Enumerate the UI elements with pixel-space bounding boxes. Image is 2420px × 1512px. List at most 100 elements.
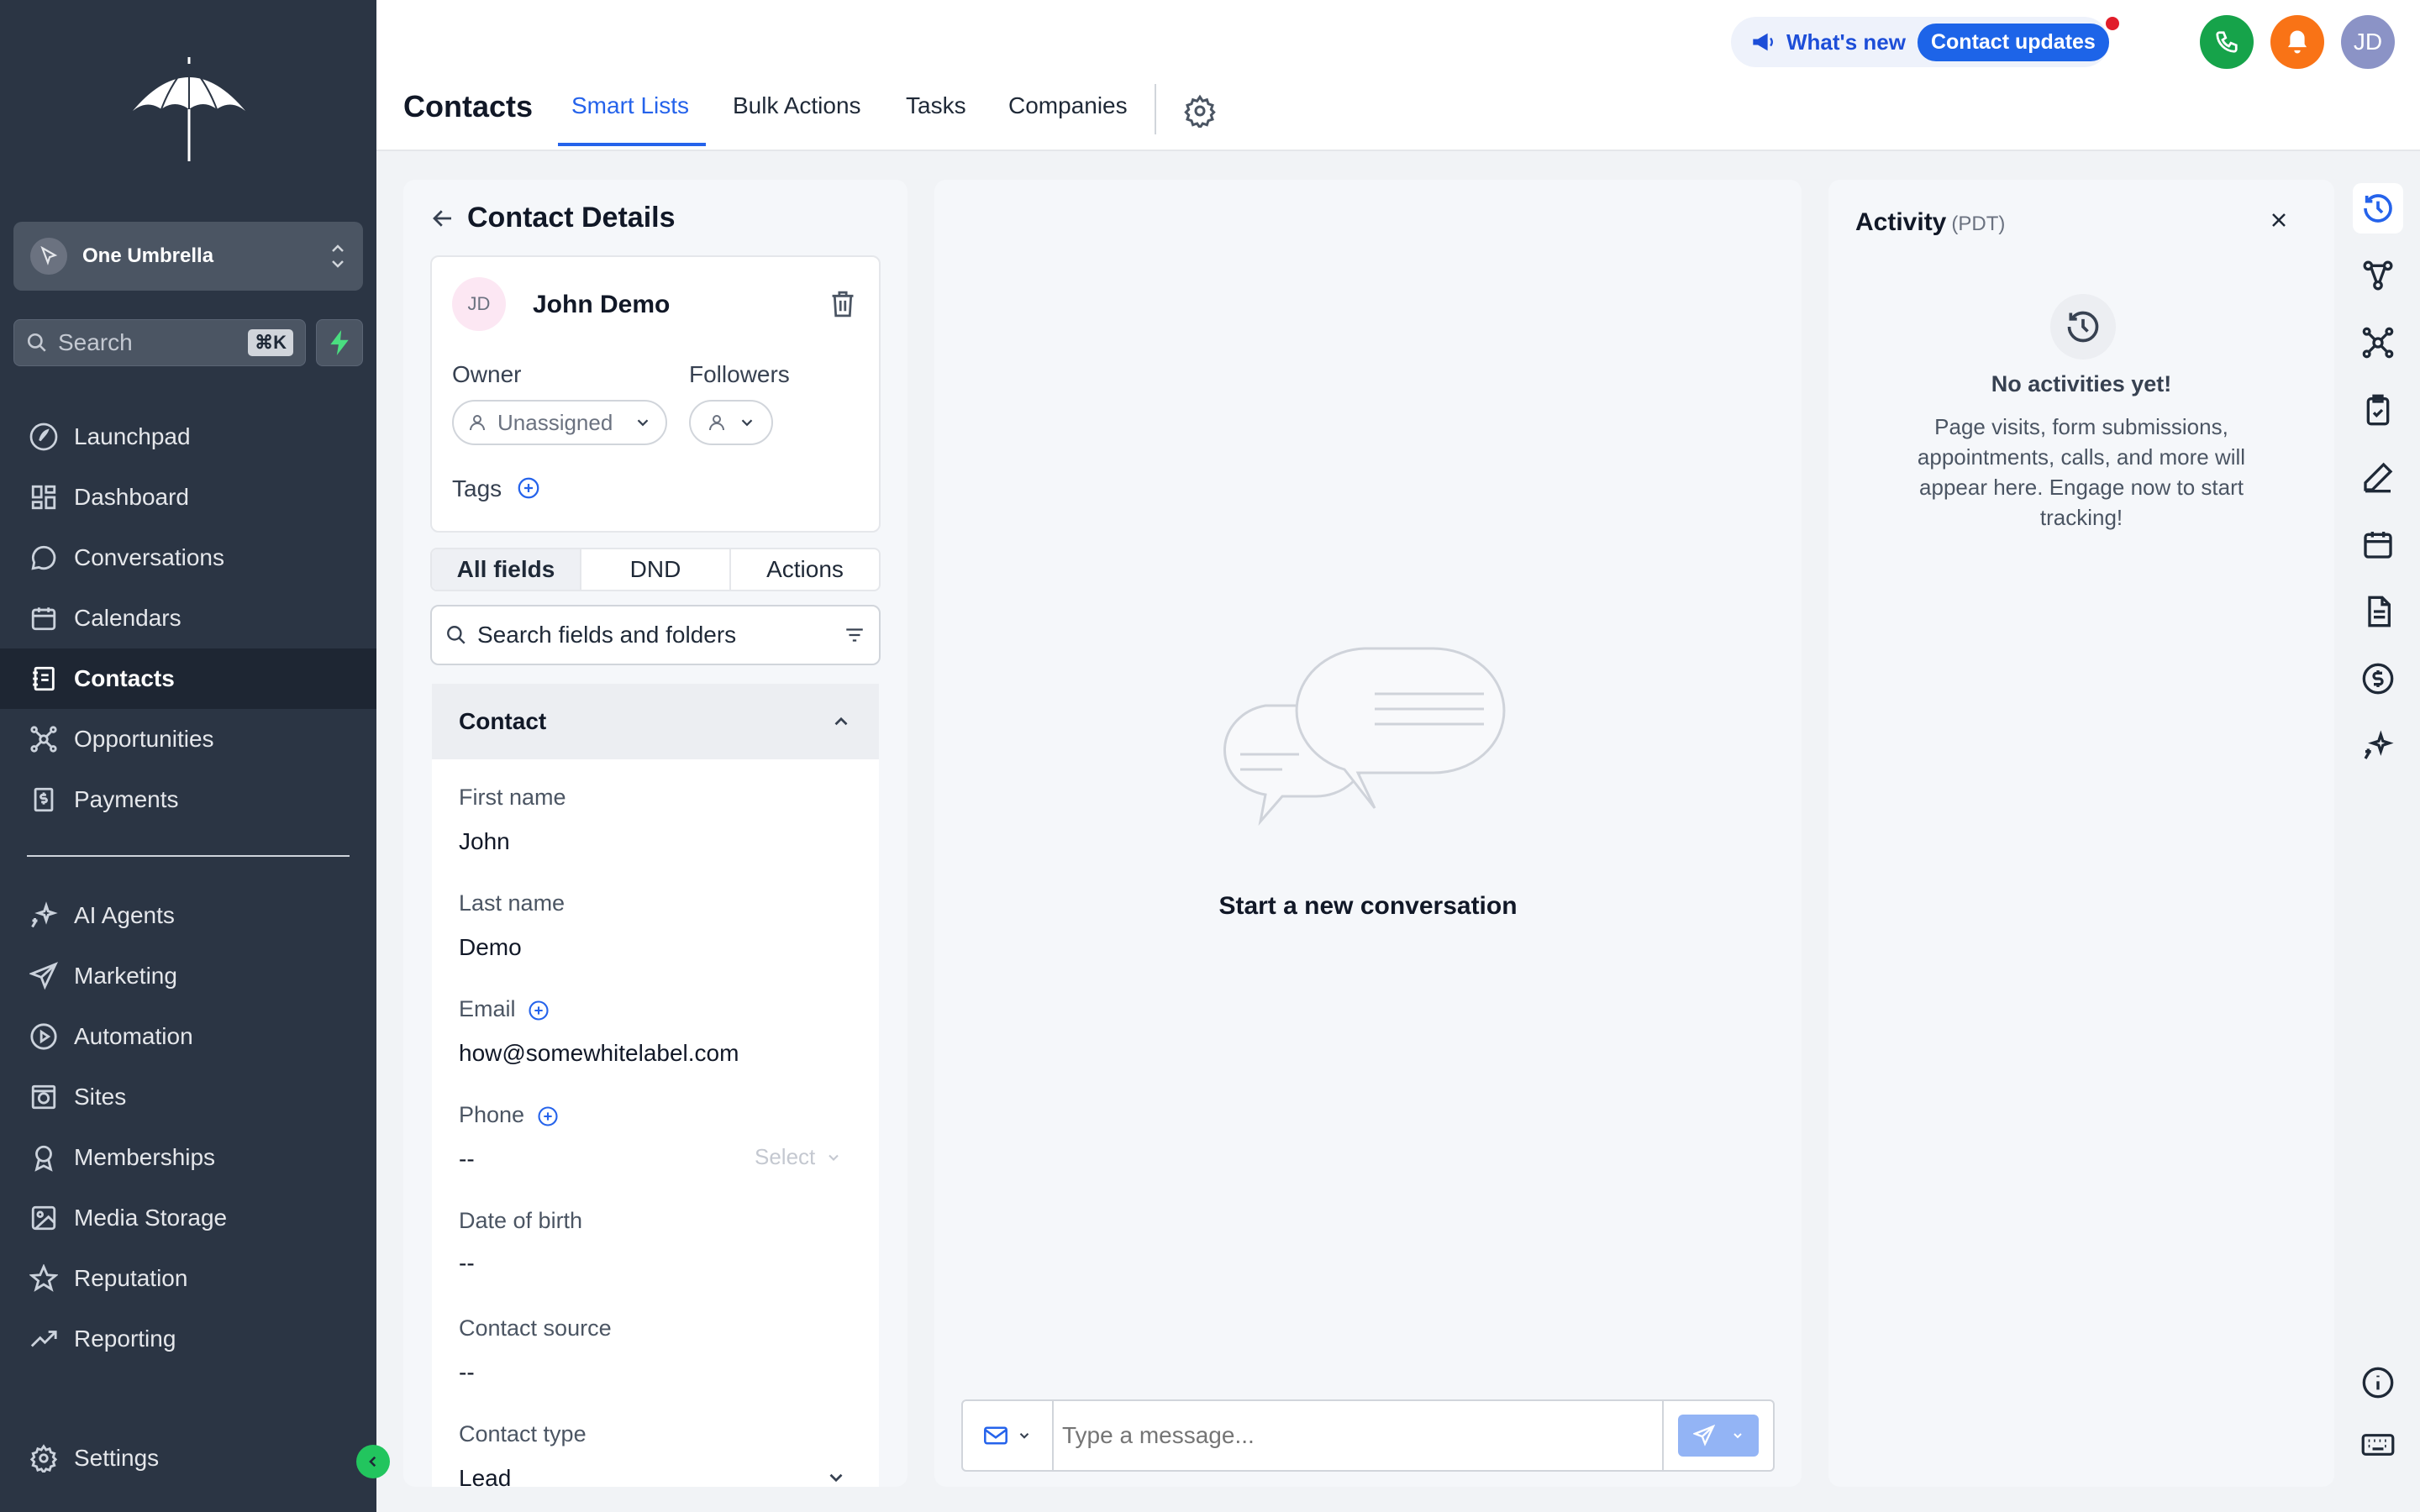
- last-name-value[interactable]: Demo: [459, 934, 522, 961]
- sidebar-item-ai-agents[interactable]: AI Agents: [0, 885, 376, 946]
- search-fields-input[interactable]: Search fields and folders: [430, 605, 881, 665]
- contact-avatar: JD: [452, 277, 506, 331]
- tab-tasks[interactable]: Tasks: [906, 92, 966, 119]
- sparkle-icon: [27, 899, 60, 932]
- phone-value[interactable]: --: [459, 1146, 475, 1173]
- phone-button[interactable]: [2200, 15, 2254, 69]
- account-switcher[interactable]: One Umbrella: [13, 222, 363, 291]
- documents-icon: [2368, 596, 2391, 627]
- send-wrapper: [1662, 1401, 1773, 1470]
- sidebar-item-label: Media Storage: [74, 1205, 228, 1231]
- tab-companies[interactable]: Companies: [1008, 92, 1128, 119]
- sidebar-item-media-storage[interactable]: Media Storage: [0, 1188, 376, 1248]
- sidebar-item-reporting[interactable]: Reporting: [0, 1309, 376, 1369]
- chat-bubbles-illustration-icon: [1207, 642, 1518, 869]
- sidebar-item-contacts[interactable]: Contacts: [0, 648, 376, 709]
- sidebar-item-label: Dashboard: [74, 484, 189, 510]
- phone-type-select[interactable]: Select: [755, 1144, 842, 1170]
- contact-section-header[interactable]: Contact: [432, 684, 879, 759]
- sidebar-divider: [27, 855, 350, 857]
- rail-keyboard-button[interactable]: [2353, 1420, 2403, 1470]
- contact-source-value[interactable]: --: [459, 1359, 475, 1386]
- lightning-icon: [330, 330, 349, 355]
- chevron-down-icon: [1733, 1433, 1742, 1439]
- sidebar-search[interactable]: Search ⌘K: [13, 319, 306, 366]
- tab-smart-lists[interactable]: Smart Lists: [571, 92, 689, 119]
- sidebar-item-automation[interactable]: Automation: [0, 1006, 376, 1067]
- payments-icon: [2362, 663, 2394, 695]
- message-input[interactable]: [1054, 1401, 1662, 1470]
- rail-documents-button[interactable]: [2353, 586, 2403, 637]
- sidebar-item-payments[interactable]: Payments: [0, 769, 376, 830]
- whats-new-banner[interactable]: What's new Contact updates: [1731, 16, 2119, 67]
- sidebar-item-label: Reporting: [74, 1326, 176, 1352]
- user-icon: [707, 412, 727, 433]
- back-arrow-icon[interactable]: [430, 206, 455, 231]
- rail-opportunities-button[interactable]: [2353, 318, 2403, 368]
- close-activity-button[interactable]: [2269, 210, 2289, 230]
- panel-title: Contact Details: [467, 202, 676, 234]
- user-avatar[interactable]: JD: [2341, 15, 2395, 69]
- sidebar-item-launchpad[interactable]: Launchpad: [0, 407, 376, 467]
- filter-icon[interactable]: [844, 624, 865, 646]
- chevron-down-icon[interactable]: [825, 1467, 847, 1488]
- tab-bulk-actions[interactable]: Bulk Actions: [733, 92, 861, 119]
- tasks-icon: [2366, 394, 2390, 426]
- first-name-label: First name: [459, 785, 566, 810]
- sidebar-item-settings[interactable]: Settings: [0, 1428, 376, 1488]
- sidebar-item-label: Memberships: [74, 1144, 216, 1170]
- segment-actions[interactable]: Actions: [731, 549, 879, 590]
- active-tab-indicator: [558, 143, 706, 146]
- contact-updates-pill[interactable]: Contact updates: [1917, 16, 2119, 61]
- owner-select[interactable]: Unassigned: [452, 400, 667, 445]
- sidebar-item-marketing[interactable]: Marketing: [0, 946, 376, 1006]
- send-button[interactable]: [1678, 1415, 1759, 1457]
- dob-value[interactable]: --: [459, 1250, 475, 1277]
- opportunities-icon: [2362, 327, 2394, 359]
- rail-workflow-button[interactable]: [2353, 250, 2403, 301]
- rail-notes-button[interactable]: [2353, 452, 2403, 502]
- channel-select[interactable]: [963, 1401, 1054, 1470]
- sidebar-item-dashboard[interactable]: Dashboard: [0, 467, 376, 528]
- sidebar-item-reputation[interactable]: Reputation: [0, 1248, 376, 1309]
- keyboard-icon: [2361, 1434, 2395, 1456]
- whats-new-label: What's new: [1786, 29, 1906, 55]
- sidebar-item-memberships[interactable]: Memberships: [0, 1127, 376, 1188]
- rail-tasks-button[interactable]: [2353, 385, 2403, 435]
- email-value[interactable]: how@somewhitelabel.com: [459, 1040, 739, 1067]
- sidebar-item-calendars[interactable]: Calendars: [0, 588, 376, 648]
- add-email-plus-icon[interactable]: [527, 999, 550, 1022]
- sidebar-item-label: Opportunities: [74, 726, 214, 752]
- sidebar-item-sites[interactable]: Sites: [0, 1067, 376, 1127]
- search-icon: [26, 332, 48, 354]
- opportunities-icon: [27, 722, 60, 756]
- tab-separator: [1155, 84, 1156, 134]
- chevron-up-icon: [830, 711, 852, 732]
- sidebar-item-opportunities[interactable]: Opportunities: [0, 709, 376, 769]
- add-tag-plus-icon[interactable]: [516, 475, 541, 501]
- search-shortcut: ⌘K: [248, 329, 293, 356]
- sidebar-item-label: Contacts: [74, 665, 175, 691]
- sidebar-item-conversations[interactable]: Conversations: [0, 528, 376, 588]
- followers-select[interactable]: [689, 400, 773, 445]
- user-icon: [467, 412, 487, 433]
- phone-label: Phone: [459, 1102, 525, 1127]
- chevron-down-icon: [825, 1149, 842, 1166]
- segment-dnd[interactable]: DND: [581, 549, 731, 590]
- delete-contact-trash-icon[interactable]: [829, 289, 857, 319]
- rail-activity-button[interactable]: [2353, 183, 2403, 234]
- tab-settings-gear-icon[interactable]: [1183, 94, 1217, 128]
- notifications-button[interactable]: [2270, 15, 2324, 69]
- rail-payments-button[interactable]: [2353, 654, 2403, 704]
- play-icon: [27, 1020, 60, 1053]
- first-name-value[interactable]: John: [459, 828, 510, 855]
- collapse-sidebar-button[interactable]: [356, 1445, 390, 1478]
- quick-actions-button[interactable]: [316, 319, 363, 366]
- segment-all-fields[interactable]: All fields: [432, 549, 581, 590]
- chevron-down-icon: [1019, 1433, 1029, 1439]
- contact-type-value[interactable]: Lead: [459, 1465, 511, 1492]
- rail-info-button[interactable]: [2353, 1357, 2403, 1408]
- rail-ai-button[interactable]: [2353, 721, 2403, 771]
- add-phone-plus-icon[interactable]: [536, 1105, 560, 1128]
- rail-appointments-button[interactable]: [2353, 519, 2403, 570]
